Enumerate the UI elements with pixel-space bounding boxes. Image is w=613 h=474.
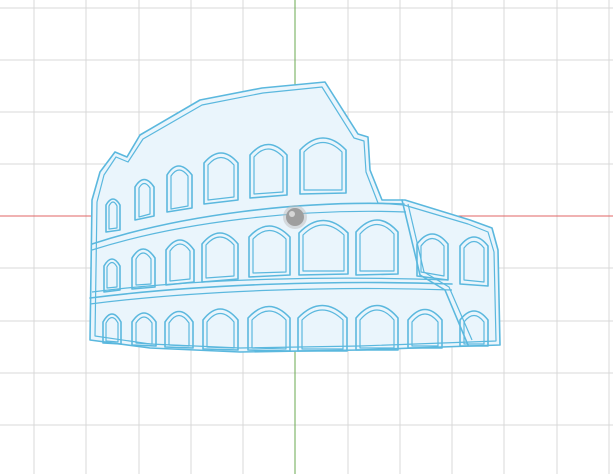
origin-dot-icon[interactable] [283, 205, 307, 229]
sketch-canvas[interactable] [0, 0, 613, 474]
